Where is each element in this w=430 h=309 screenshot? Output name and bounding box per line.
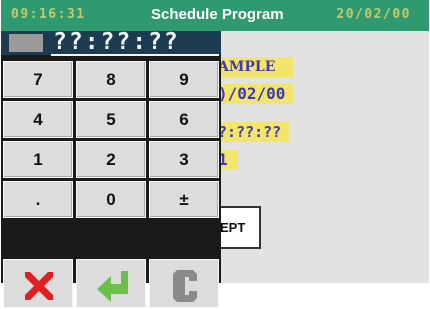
enter-button[interactable]: [76, 259, 146, 308]
clock-time: 09:16:31: [11, 7, 86, 22]
cancel-button[interactable]: [3, 259, 73, 308]
key-1[interactable]: 1: [3, 141, 73, 178]
clock-date: 20/02/00: [336, 7, 411, 22]
screen: 09:16:31 Schedule Program 20/02/00 AMPLE…: [1, 0, 429, 308]
window-title: Schedule Program: [151, 6, 284, 23]
key-plus-minus[interactable]: ±: [149, 181, 219, 218]
program-name-field[interactable]: AMPLE: [216, 57, 293, 77]
key-8[interactable]: 8: [76, 61, 146, 98]
entry-value: ??:??:??: [53, 29, 180, 55]
key-5[interactable]: 5: [76, 101, 146, 138]
enter-arrow-icon: [97, 271, 128, 302]
key-6[interactable]: 6: [149, 101, 219, 138]
cancel-x-icon: [25, 272, 53, 300]
start-date-field[interactable]: )/02/00: [216, 84, 293, 104]
key-3[interactable]: 3: [149, 141, 219, 178]
key-9[interactable]: 9: [149, 61, 219, 98]
key-0[interactable]: 0: [76, 181, 146, 218]
key-2[interactable]: 2: [76, 141, 146, 178]
numeric-keypad-popup: ??:??:?? 7 8 9 4 5 6 1 2 3 . 0 ±: [1, 29, 221, 308]
entry-display: ??:??:??: [1, 29, 221, 56]
accept-button[interactable]: EPT: [216, 206, 261, 249]
key-7[interactable]: 7: [3, 61, 73, 98]
clear-c-icon: [173, 270, 197, 302]
title-bar: 09:16:31 Schedule Program 20/02/00: [1, 0, 429, 31]
key-decimal-point[interactable]: .: [3, 181, 73, 218]
key-4[interactable]: 4: [3, 101, 73, 138]
entry-cursor: [9, 34, 43, 52]
clear-button[interactable]: [149, 259, 219, 308]
start-time-field[interactable]: ?:??:??: [216, 122, 290, 142]
entry-underline: [51, 54, 219, 56]
